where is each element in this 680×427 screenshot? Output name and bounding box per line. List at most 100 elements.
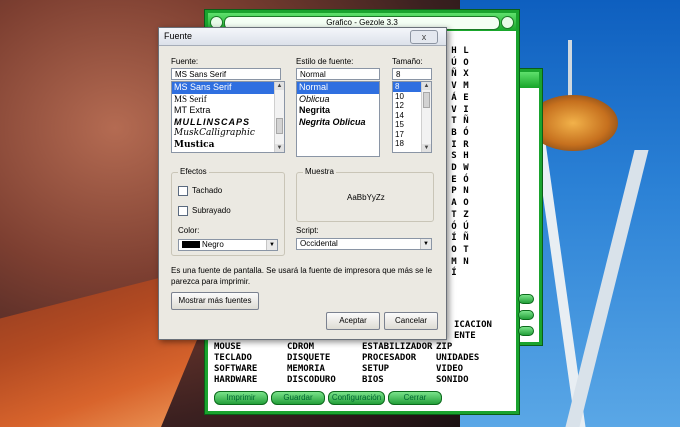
grid-letter: Í xyxy=(451,233,457,244)
grid-letter: Ó xyxy=(451,221,457,232)
grid-letter: E xyxy=(451,174,457,185)
settings-button[interactable]: Configuración xyxy=(328,391,385,405)
style-list[interactable]: Normal Oblicua Negrita Negrita Oblicua xyxy=(296,81,380,157)
dialog-title: Fuente xyxy=(164,31,193,41)
word-extra: ENTE xyxy=(454,331,476,341)
grid-letter: H xyxy=(451,46,457,56)
grid-letter: Z xyxy=(463,209,469,220)
list-item[interactable]: MT Extra xyxy=(172,105,284,117)
grid-letter: Ó xyxy=(463,174,469,185)
word-extra: ICACION xyxy=(454,320,492,330)
grid-letter: D xyxy=(451,163,457,174)
list-item[interactable]: Normal xyxy=(297,82,379,94)
word-cell: VIDEO xyxy=(436,364,464,374)
grid-letter: V xyxy=(451,81,457,92)
close-button[interactable]: Cerrar xyxy=(388,391,442,405)
sample-group: Muestra AaBbYyZz xyxy=(296,167,434,222)
secondary-button[interactable] xyxy=(518,310,534,320)
list-item[interactable]: Oblicua xyxy=(297,94,379,106)
grid-letter: W xyxy=(463,163,469,174)
grid-letter: S xyxy=(451,151,457,162)
list-item[interactable]: MuskCalligraphic xyxy=(172,128,284,140)
color-swatch xyxy=(182,241,200,248)
save-button[interactable]: Guardar xyxy=(271,391,325,405)
more-fonts-button[interactable]: Mostrar más fuentes xyxy=(171,292,259,310)
ok-button[interactable]: Aceptar xyxy=(326,312,380,330)
list-item[interactable]: Negrita Oblicua xyxy=(297,117,379,129)
grid-letter: M xyxy=(451,256,457,267)
print-button[interactable]: Imprimir xyxy=(214,391,268,405)
sample-title: Muestra xyxy=(303,167,336,176)
list-item[interactable]: Negrita xyxy=(297,105,379,117)
chevron-down-icon[interactable]: ▼ xyxy=(420,239,431,249)
tower-antenna xyxy=(568,40,572,100)
strikeout-label[interactable]: Tachado xyxy=(192,186,222,195)
grid-letter: L xyxy=(463,46,469,56)
style-input[interactable]: Normal xyxy=(296,68,380,80)
sample-text: AaBbYyZz xyxy=(347,193,385,202)
grid-letter: Ñ xyxy=(463,233,469,244)
font-dialog[interactable]: Fuente x Fuente: MS Sans Serif MS Sans S… xyxy=(158,27,447,340)
close-icon[interactable]: x xyxy=(410,30,438,44)
word-cell: MEMORIA xyxy=(287,364,325,374)
scrollbar[interactable]: ▲ ▼ xyxy=(274,82,284,152)
grid-letter: T xyxy=(451,116,457,127)
strikeout-checkbox[interactable] xyxy=(178,186,188,196)
word-cell: ZIP xyxy=(436,342,453,352)
script-value: Occidental xyxy=(300,239,338,248)
size-input[interactable]: 8 xyxy=(392,68,432,80)
effects-group: Efectos Tachado Subrayado Color: Negro ▼ xyxy=(171,167,285,256)
size-label: Tamaño: xyxy=(392,57,423,66)
list-item[interactable]: Mustica xyxy=(172,140,284,152)
grid-letter: Í xyxy=(451,268,457,279)
grid-letter: V xyxy=(451,104,457,115)
list-item[interactable]: MS Serif xyxy=(172,94,284,106)
word-cell: HARDWARE xyxy=(214,375,258,385)
word-cell: TECLADO xyxy=(214,353,252,363)
grid-letter: R xyxy=(463,139,469,150)
grid-letter: Ñ xyxy=(463,116,469,127)
script-select[interactable]: Occidental ▼ xyxy=(296,238,432,250)
grid-letter: Ñ xyxy=(451,69,457,80)
grid-letter: Ó xyxy=(463,127,469,138)
font-label: Fuente: xyxy=(171,57,199,66)
grid-letter: I xyxy=(451,139,457,150)
grid-letter: M xyxy=(463,81,469,92)
underline-label[interactable]: Subrayado xyxy=(192,206,231,215)
grid-letter: O xyxy=(463,57,469,68)
effects-title: Efectos xyxy=(178,167,209,176)
grid-letter: E xyxy=(463,92,469,103)
scrollbar[interactable]: ▲ ▼ xyxy=(421,82,431,152)
close-icon[interactable] xyxy=(501,16,514,29)
info-text: parezca para imprimir. xyxy=(171,277,251,286)
word-cell: SONIDO xyxy=(436,375,469,385)
word-cell: SETUP xyxy=(362,364,390,374)
secondary-window-titlebar[interactable] xyxy=(518,72,539,88)
font-name-input[interactable]: MS Sans Serif xyxy=(171,68,281,80)
color-value: Negro xyxy=(202,240,224,249)
grid-letter: O xyxy=(463,198,469,209)
secondary-button[interactable] xyxy=(518,294,534,304)
grid-letter: P xyxy=(451,186,457,197)
chevron-down-icon[interactable]: ▼ xyxy=(266,240,277,250)
dialog-titlebar[interactable]: Fuente x xyxy=(159,28,446,46)
cancel-button[interactable]: Cancelar xyxy=(384,312,438,330)
grid-letter: X xyxy=(463,69,469,80)
font-list[interactable]: MS Sans Serif MS Serif MT Extra MULLINSC… xyxy=(171,81,285,153)
size-list[interactable]: 8 10 12 14 15 17 18 ▲ ▼ xyxy=(392,81,432,153)
grid-letter: O xyxy=(451,244,457,255)
grid-letter: Á xyxy=(451,92,457,103)
list-item[interactable]: MULLINSCAPS xyxy=(172,117,284,129)
word-cell: SOFTWARE xyxy=(214,364,258,374)
grid-letter: B xyxy=(451,127,457,138)
color-select[interactable]: Negro ▼ xyxy=(178,239,278,251)
letter-column: LOXMEIÑÓRHWÓNOZÚÑTN xyxy=(461,46,471,268)
list-item[interactable]: MS Sans Serif xyxy=(172,82,284,94)
underline-checkbox[interactable] xyxy=(178,206,188,216)
secondary-button[interactable] xyxy=(518,326,534,336)
letter-column: HÚÑVÁVTBISDEPATÓÍOMÍ xyxy=(449,46,459,280)
grid-letter: I xyxy=(463,104,469,115)
word-cell: ESTABILIZADOR xyxy=(362,342,433,352)
word-cell: DISQUETE xyxy=(287,353,331,363)
grid-letter: A xyxy=(451,198,457,209)
